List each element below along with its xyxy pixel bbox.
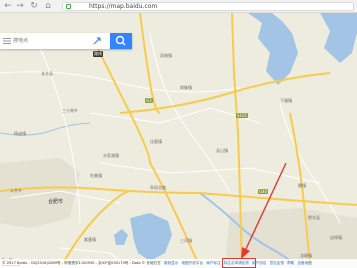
place-label: 下塘镇 <box>280 98 292 103</box>
route-shield: S101 <box>236 113 249 118</box>
place-label: 三河镇 <box>180 238 192 243</box>
route-tooltip: 路线 <box>93 51 103 57</box>
place-label: 紫蓬镇 <box>84 237 96 242</box>
place-label: 阜阳北路 <box>150 185 166 190</box>
refresh-icon[interactable]: ↻ <box>29 1 39 11</box>
place-label: 店埠镇 <box>330 235 342 240</box>
place-label: 岗集镇 <box>180 85 192 90</box>
footer-link[interactable]: 帮助 <box>287 259 294 268</box>
place-label: 庄墓镇 <box>150 139 162 144</box>
footer-link[interactable]: 商户标注 <box>206 259 220 268</box>
route-shield: G3 <box>145 98 153 103</box>
copyright-text: © 2017 Baidu - GS(2016)2089号 - 甲测资字11009… <box>2 261 161 265</box>
place-label: 吴山镇 <box>216 148 228 153</box>
home-icon[interactable]: ⌂ <box>43 1 53 11</box>
place-label: 杨庙镇 <box>14 131 26 136</box>
map-canvas[interactable]: 长丰县 双墩镇 岗集镇 三十岗乡 杨庙镇 庄墓镇 吴山镇 下塘镇 水家湖镇 义井… <box>0 13 357 268</box>
place-label: 肥东县 <box>308 215 320 220</box>
place-label: 杜集镇 <box>90 173 102 178</box>
menu-icon[interactable] <box>3 37 11 45</box>
footer-link[interactable]: 地图开放平台 <box>181 259 203 268</box>
map-graphics <box>0 13 357 268</box>
annotation-highlight-box <box>222 258 256 268</box>
back-icon[interactable]: ← <box>3 1 13 11</box>
place-label: 龙塘镇 <box>300 253 312 258</box>
browser-toolbar: ← → ↻ ⌂ https://map.baidu.com <box>0 0 357 13</box>
address-bar[interactable]: https://map.baidu.com <box>62 2 354 11</box>
search-input[interactable] <box>13 36 83 46</box>
place-label: 长丰县 <box>41 71 53 76</box>
place-label: 水家湖镇 <box>103 153 119 158</box>
forward-icon[interactable]: → <box>15 1 25 11</box>
map-footer: © 2017 Baidu - GS(2016)2089号 - 甲测资字11009… <box>0 259 357 268</box>
route-shield: G40 <box>258 189 269 194</box>
city-label: 合肥市 <box>48 199 64 205</box>
lock-icon <box>66 4 71 9</box>
search-box <box>0 33 132 49</box>
place-label: 双墩镇 <box>160 53 172 58</box>
route-icon[interactable] <box>92 36 102 46</box>
footer-link[interactable]: 意见反馈 <box>270 259 284 268</box>
footer-link[interactable]: 百度地图 <box>297 259 311 268</box>
footer-link[interactable]: 新浪显示 <box>164 259 178 268</box>
place-label: 义井乡 <box>10 188 22 193</box>
place-label: 撮镇 <box>298 183 306 188</box>
url-text: https://map.baidu.com <box>89 3 158 10</box>
place-label: 三十岗乡 <box>62 108 78 113</box>
search-button[interactable] <box>110 33 132 49</box>
search-icon <box>115 35 126 46</box>
